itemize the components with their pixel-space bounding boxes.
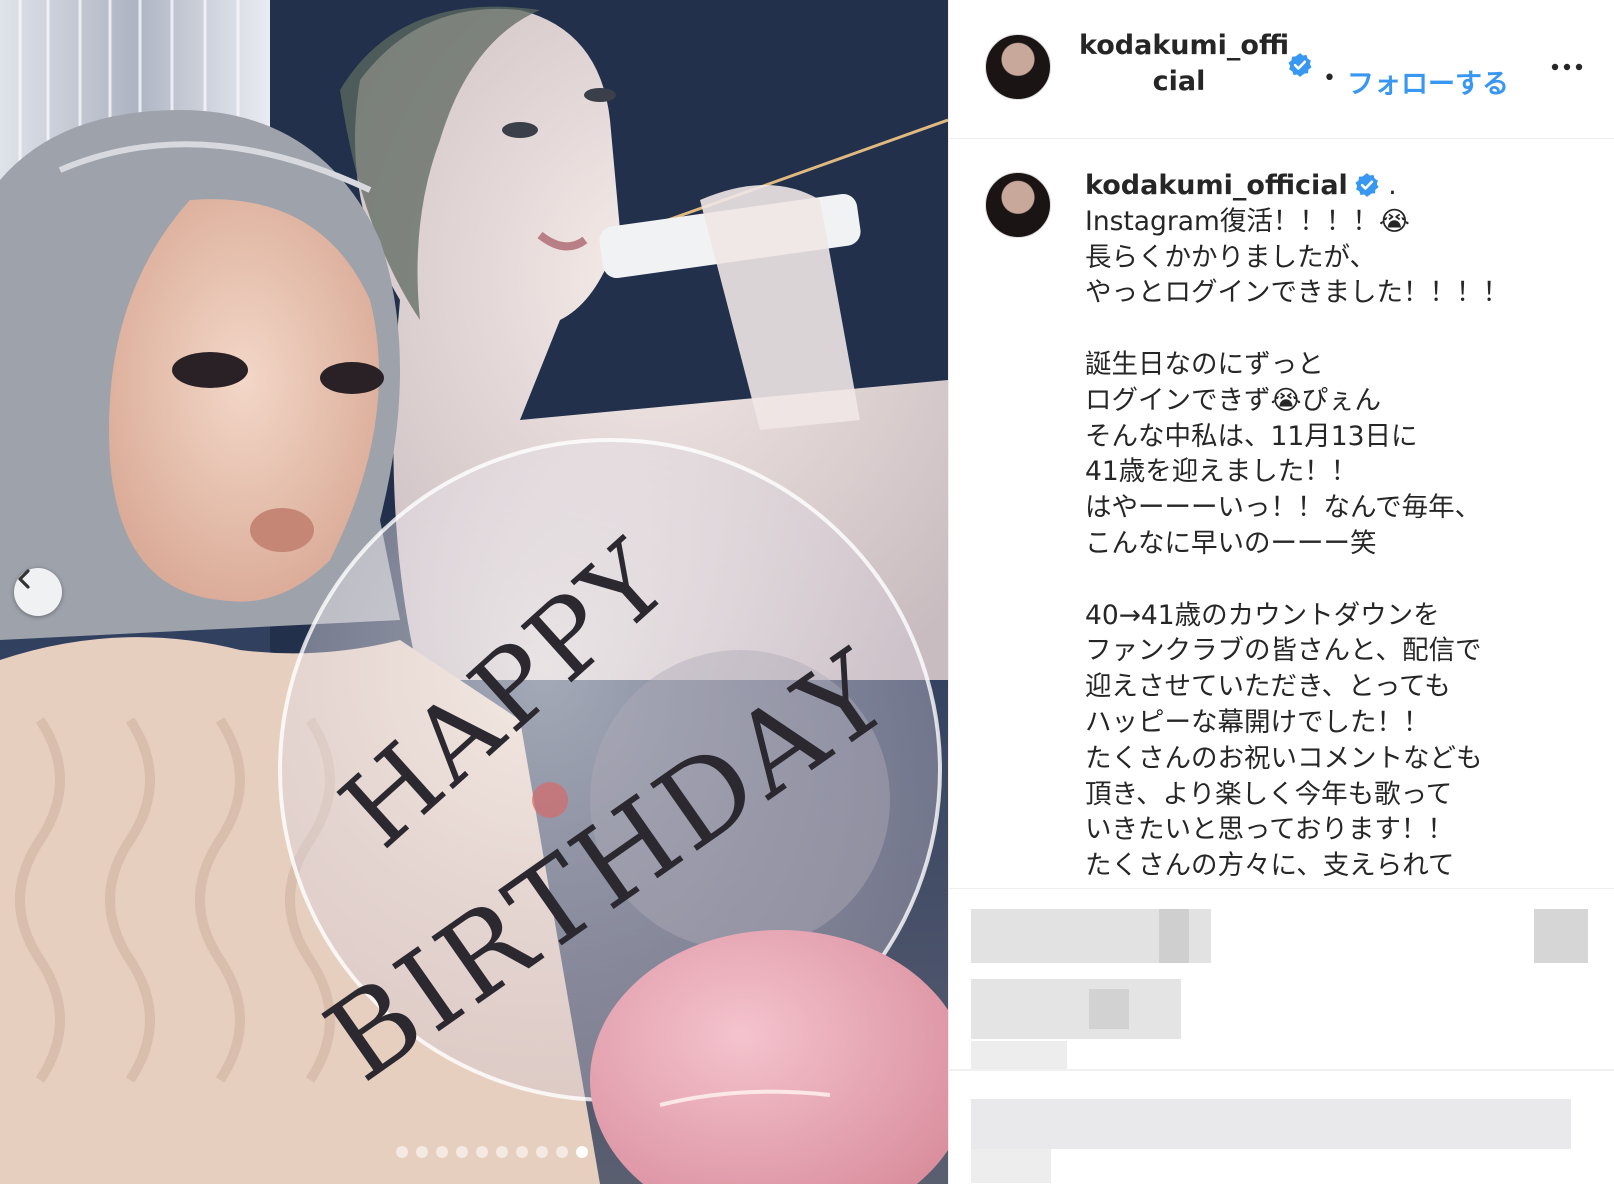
header-username[interactable]: kodakumi_offi cial xyxy=(1079,28,1290,100)
follow-button[interactable]: フォローする xyxy=(1347,62,1509,101)
post-header: kodakumi_offi cial • フォローする xyxy=(949,0,1614,139)
caption-text: Instagram復活！！！！😭 長らくかかりましたが、 やっとログインできまし… xyxy=(1085,205,1509,882)
blurred-comments xyxy=(949,888,1614,1185)
caption-area: kodakumi_official . Instagram復活！！！！😭 長らく… xyxy=(949,138,1614,888)
verified-badge-icon xyxy=(1288,53,1312,77)
carousel-dot xyxy=(416,1146,428,1158)
chevron-left-icon xyxy=(18,569,30,589)
carousel-dot xyxy=(516,1146,528,1158)
carousel-dot xyxy=(396,1146,408,1158)
caption-username[interactable]: kodakumi_official xyxy=(1085,170,1348,201)
username-line-2: cial xyxy=(1152,66,1206,97)
carousel-dot xyxy=(476,1146,488,1158)
carousel-dot xyxy=(496,1146,508,1158)
carousel-dot xyxy=(536,1146,548,1158)
avatar[interactable] xyxy=(985,34,1051,100)
more-options-button[interactable] xyxy=(1547,52,1587,82)
carousel-indicator xyxy=(0,1146,948,1158)
header-separator: • xyxy=(1323,66,1336,91)
previous-slide-button[interactable] xyxy=(14,568,62,616)
carousel-dot xyxy=(556,1146,568,1158)
carousel-dot-active xyxy=(576,1146,588,1158)
carousel-dot xyxy=(436,1146,448,1158)
more-options-icon xyxy=(1551,63,1583,71)
caption-suffix: . xyxy=(1379,170,1397,201)
username-line-1: kodakumi_offi xyxy=(1079,30,1290,61)
carousel-dot xyxy=(456,1146,468,1158)
post-side-panel: kodakumi_offi cial • フォローする kodakumi_off… xyxy=(948,0,1614,1184)
verified-badge-icon xyxy=(1355,173,1379,197)
post-media[interactable]: HAPPY BIRTHDAY xyxy=(0,0,948,1184)
caption: kodakumi_official . Instagram復活！！！！😭 長らく… xyxy=(1085,168,1595,884)
caption-avatar[interactable] xyxy=(985,172,1051,238)
